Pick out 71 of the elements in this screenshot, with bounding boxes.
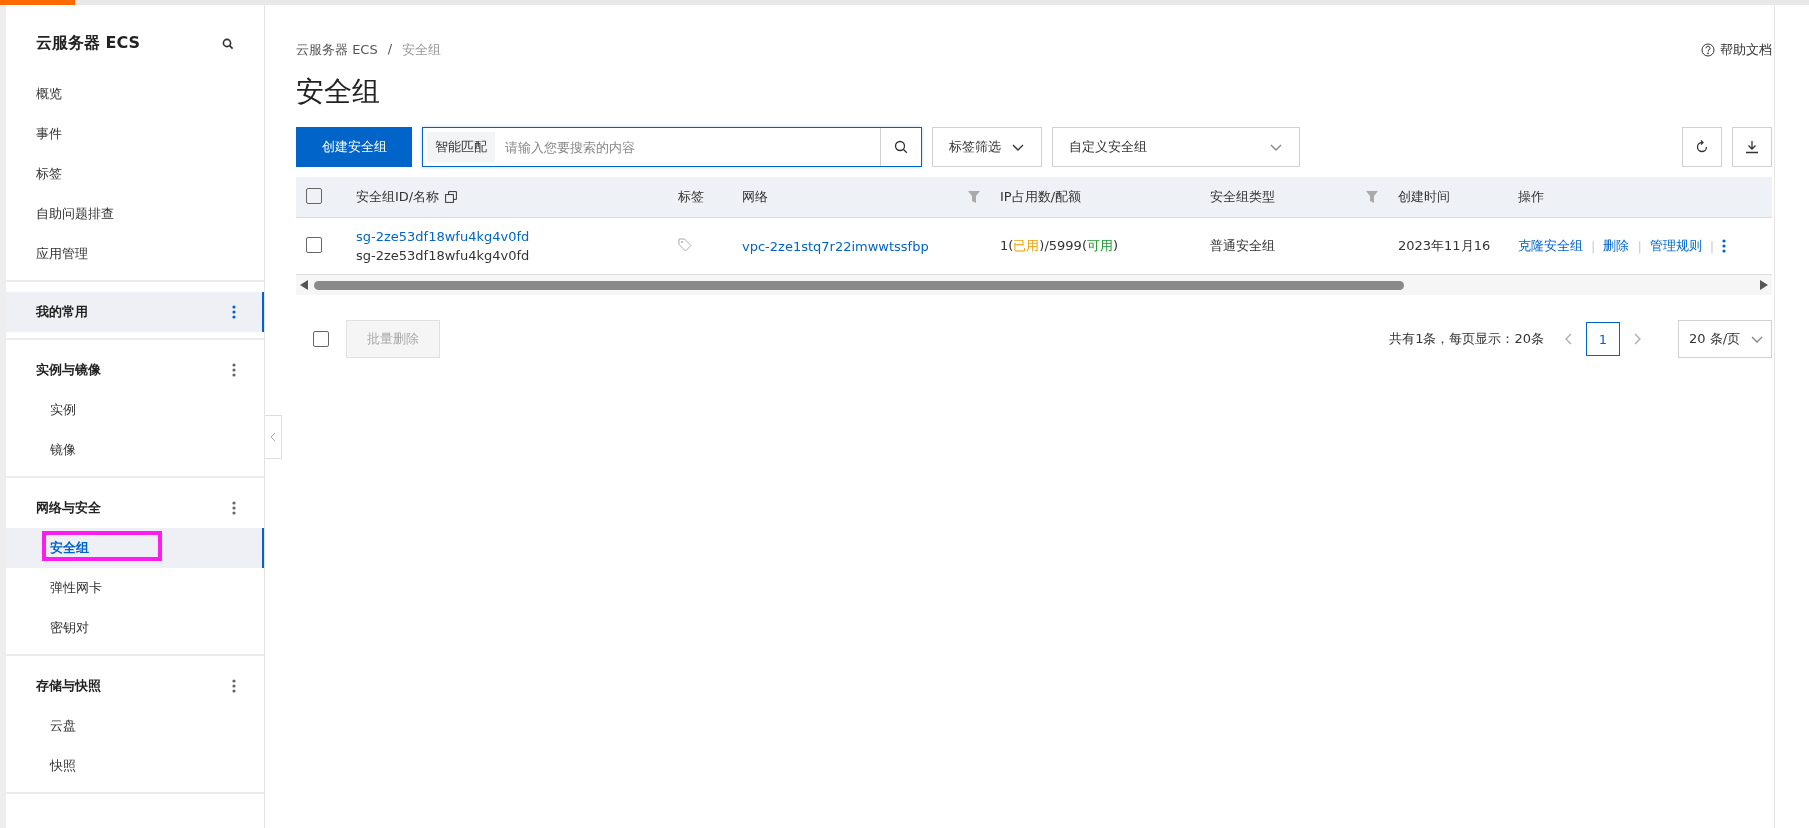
search-field[interactable]: 智能匹配 请输入您要搜索的内容	[422, 127, 922, 167]
tag-filter-button[interactable]: 标签筛选	[932, 127, 1042, 167]
sidebar-item[interactable]: 密钥对	[6, 608, 264, 648]
action-link[interactable]: 克隆安全组	[1518, 237, 1583, 255]
copy-icon[interactable]	[445, 191, 458, 203]
more-icon[interactable]	[232, 679, 236, 693]
refresh-button[interactable]	[1682, 127, 1722, 167]
action-separator: |	[1709, 238, 1715, 254]
checkbox[interactable]	[306, 187, 322, 204]
sidebar-item[interactable]: 快照	[6, 746, 264, 786]
scroll-left-icon[interactable]	[300, 280, 308, 290]
help-link-text[interactable]: 帮助文档	[1720, 41, 1772, 59]
sidebar-item[interactable]: 云盘	[6, 706, 264, 746]
column-header: IP占用数/配额	[1000, 188, 1082, 206]
help-icon	[1701, 43, 1715, 57]
checkbox[interactable]	[306, 236, 322, 253]
more-icon[interactable]	[1722, 239, 1727, 253]
group-title[interactable]: 存储与快照	[36, 677, 101, 695]
ip-usage: 1(已用)/5999(可用)	[1000, 238, 1119, 253]
breadcrumb-item[interactable]: 云服务器 ECS	[296, 41, 378, 59]
sidebar-title: 云服务器 ECS	[36, 33, 141, 54]
group-title[interactable]: 实例与镜像	[36, 361, 101, 379]
column-header: 标签	[678, 188, 704, 206]
page-size-select[interactable]: 20 条/页	[1678, 320, 1772, 358]
pagination-summary: 共有1条，每页显示：20条	[1389, 330, 1544, 348]
download-button[interactable]	[1732, 127, 1772, 167]
create-button[interactable]: 创建安全组	[296, 127, 412, 167]
sidebar-item[interactable]: 概览	[6, 74, 264, 114]
checkbox[interactable]	[313, 331, 329, 347]
group-type-select[interactable]: 自定义安全组	[1052, 127, 1300, 167]
action-link[interactable]: 删除	[1603, 237, 1630, 255]
download-icon	[1745, 140, 1759, 154]
search-icon[interactable]	[894, 140, 908, 154]
sidebar-item[interactable]: 实例	[6, 390, 264, 430]
breadcrumb-separator: /	[387, 41, 393, 58]
column-header: 操作	[1518, 188, 1544, 206]
refresh-icon	[1695, 140, 1709, 154]
more-icon[interactable]	[232, 501, 236, 515]
group-type: 普通安全组	[1210, 238, 1275, 253]
group-name: sg-2ze53df18wfu4kg4v0fd	[356, 248, 531, 263]
column-header: 安全组ID/名称	[356, 188, 440, 206]
breadcrumb-item: 安全组	[402, 41, 442, 59]
network-link[interactable]: vpc-2ze1stq7r22imwwtssfbp	[742, 238, 929, 254]
action-separator: |	[1637, 238, 1642, 254]
horizontal-scrollbar[interactable]	[296, 275, 1772, 295]
sidebar-item[interactable]: 标签	[6, 154, 264, 194]
collapse-handle[interactable]	[265, 415, 282, 459]
column-header: 创建时间	[1398, 188, 1450, 206]
group-title[interactable]: 网络与安全	[36, 499, 101, 517]
scrollbar-thumb[interactable]	[314, 280, 1404, 290]
sidebar-item[interactable]: 自助问题排查	[6, 194, 264, 234]
search-mode-label[interactable]: 智能匹配	[427, 132, 495, 162]
column-header: 安全组类型	[1210, 188, 1275, 206]
action-link[interactable]: 管理规则	[1649, 237, 1702, 255]
help-link[interactable]: 帮助文档	[1701, 41, 1772, 59]
sidebar-item[interactable]: 弹性网卡	[6, 568, 264, 608]
more-icon[interactable]	[232, 363, 236, 377]
page-button[interactable]: 1	[1586, 322, 1620, 356]
sidebar-item[interactable]: 安全组	[6, 528, 264, 568]
search-icon[interactable]	[222, 37, 234, 50]
group-title[interactable]: 我的常用	[36, 303, 88, 321]
more-icon[interactable]	[232, 305, 236, 319]
group-id-link[interactable]: sg-2ze53df18wfu4kg4v0fd	[356, 229, 658, 244]
sidebar-item[interactable]: 事件	[6, 114, 264, 154]
sidebar-item[interactable]: 镜像	[6, 430, 264, 470]
sidebar-item[interactable]: 应用管理	[6, 234, 264, 274]
column-header: 网络	[742, 188, 768, 206]
scroll-right-icon[interactable]	[1760, 280, 1768, 290]
action-separator: |	[1591, 238, 1596, 254]
created-time: 2023年11月16	[1398, 238, 1491, 253]
page-title: 安全组	[296, 74, 381, 110]
